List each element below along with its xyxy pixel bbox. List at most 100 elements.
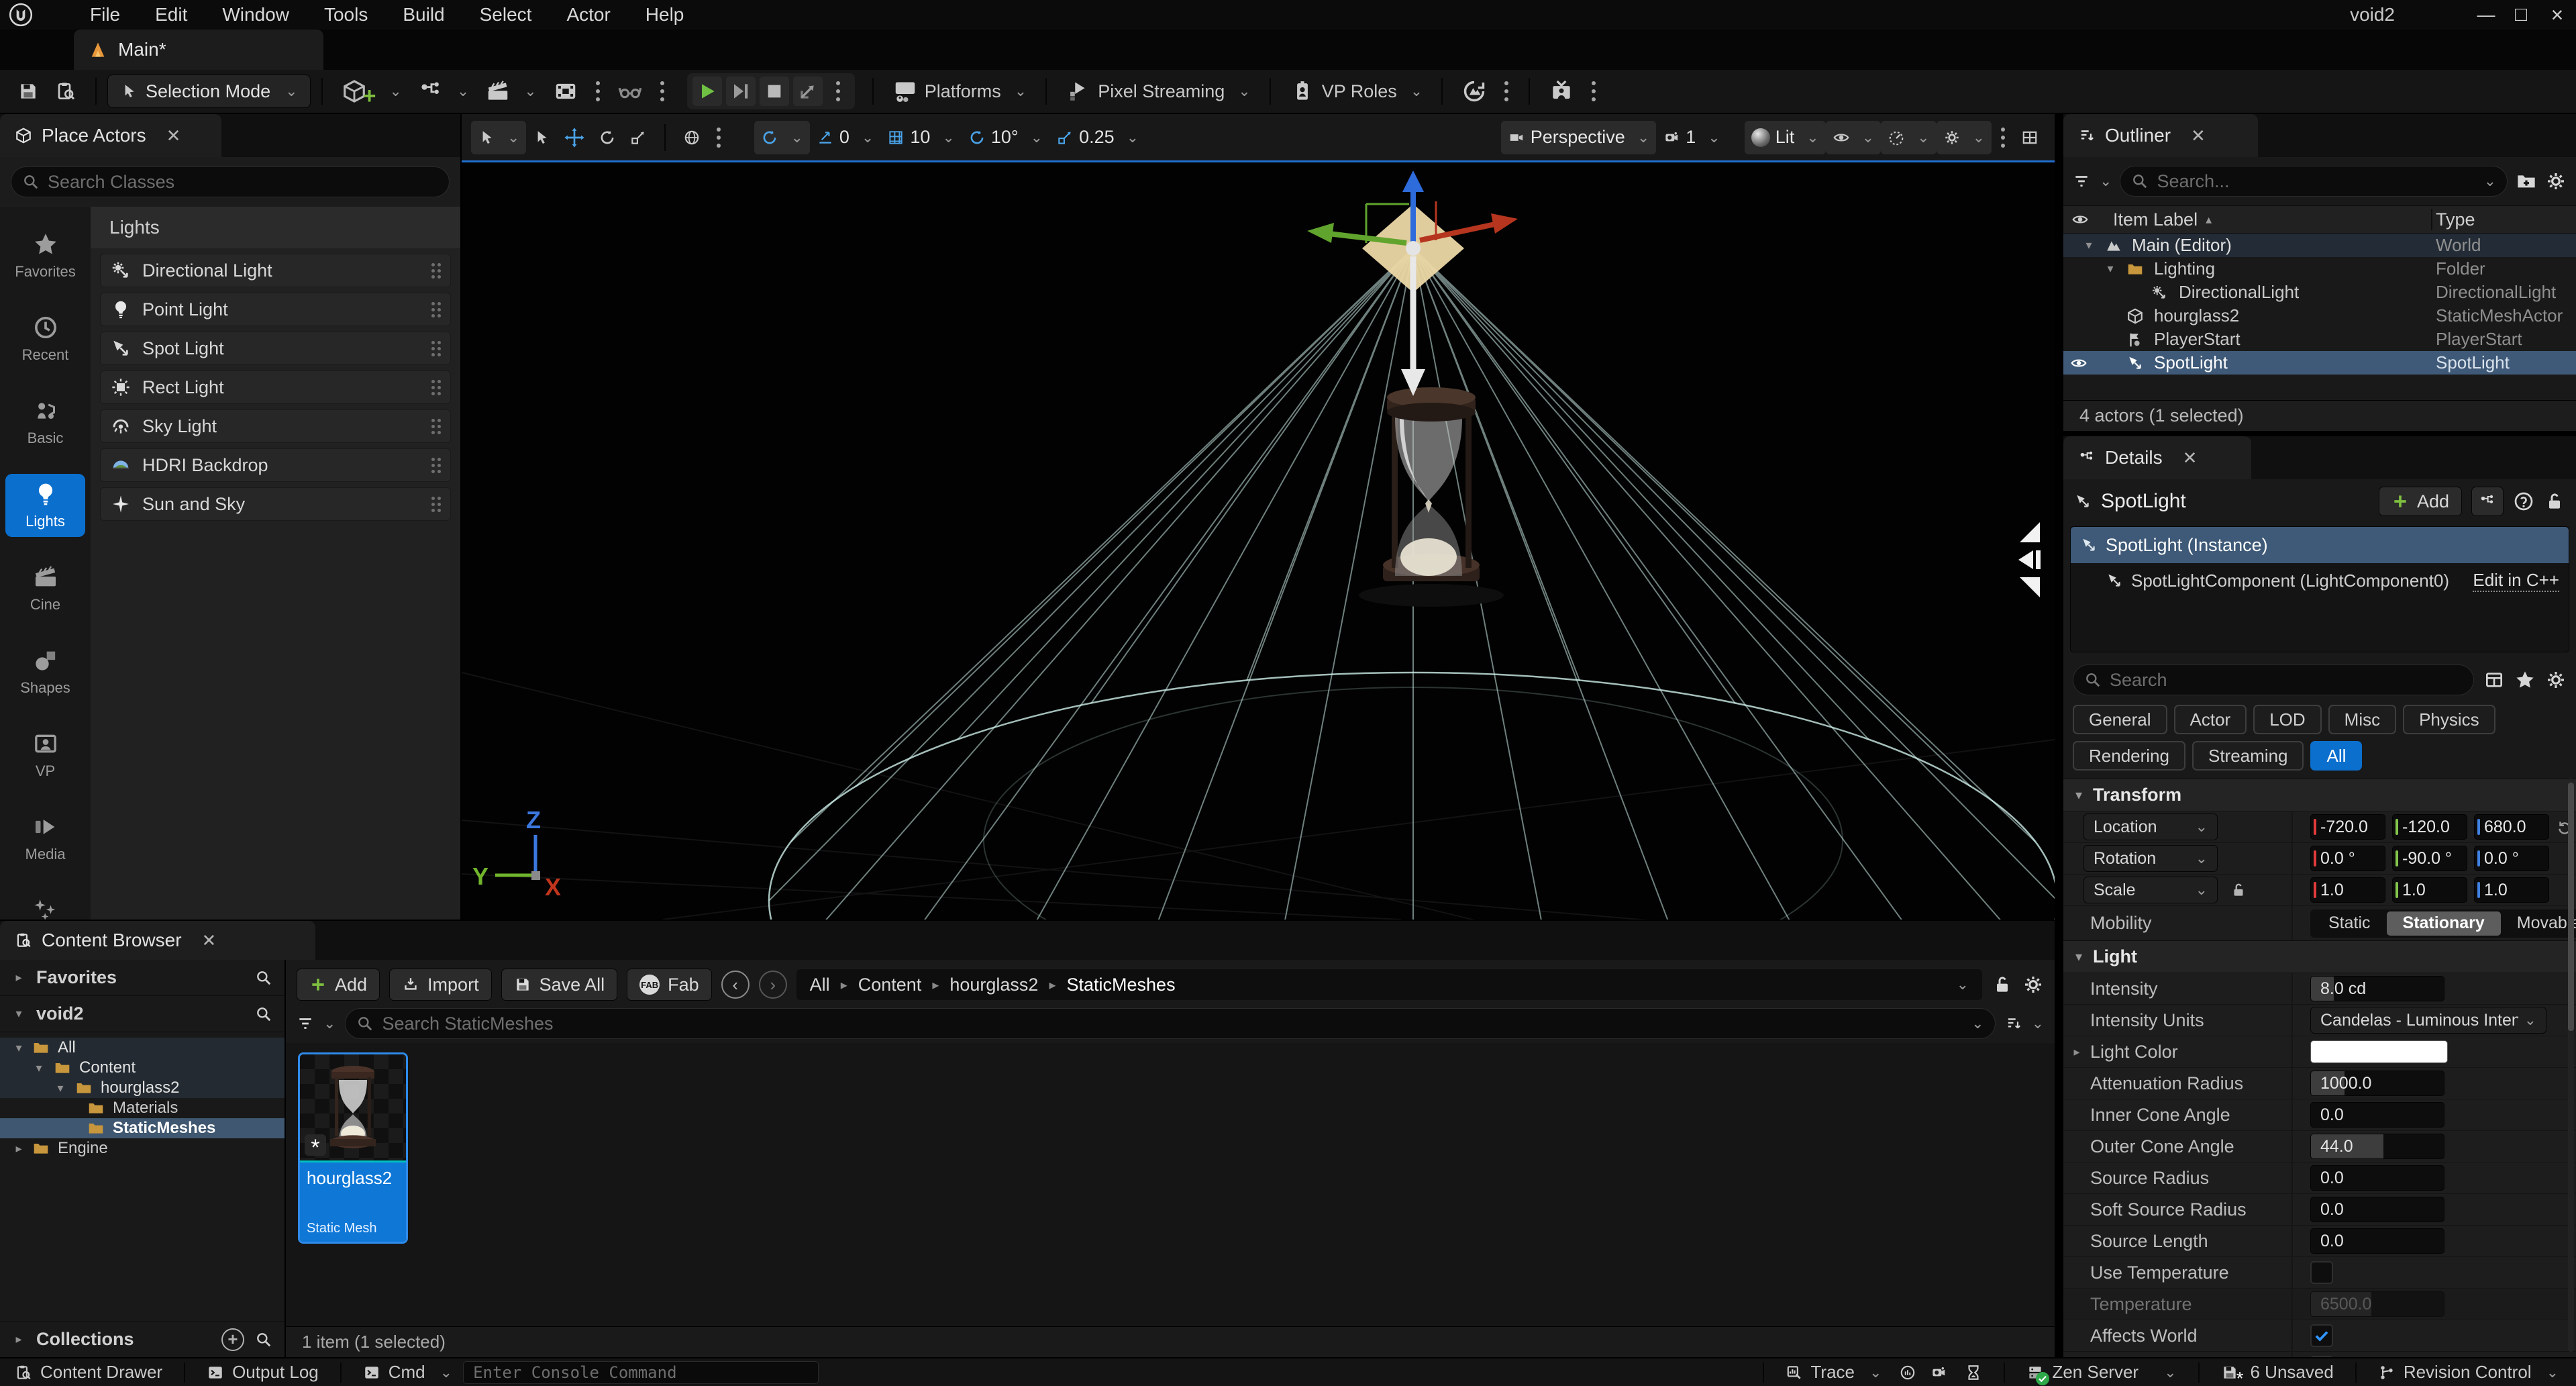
rotation-snap-dropdown[interactable]: 10°⌄ <box>962 121 1049 154</box>
blueprints-dropdown[interactable]: ⌄ <box>410 75 477 107</box>
rotation-dropdown[interactable]: Rotation⌄ <box>2083 845 2218 872</box>
viewport-kebab-icon[interactable] <box>2001 128 2005 148</box>
lock-open-icon[interactable] <box>2544 491 2565 512</box>
expander-icon[interactable]: ▾ <box>2104 262 2117 276</box>
breadcrumb-all[interactable]: All <box>810 975 830 995</box>
scale-z-field[interactable]: 1.0 <box>2474 877 2549 903</box>
zen-server-dropdown[interactable]: Zen Server⌄ <box>2016 1362 2187 1383</box>
temperature-field[interactable]: 6500.0 <box>2310 1291 2444 1317</box>
virtual-camera-kebab-icon[interactable] <box>1592 81 1596 101</box>
scale-snap-dropdown[interactable]: 0.25⌄ <box>1049 121 1145 154</box>
mobility-stationary[interactable]: Stationary <box>2387 911 2501 936</box>
tree-item-all[interactable]: ▾ All <box>0 1038 285 1058</box>
sequencer-button[interactable] <box>545 75 586 107</box>
details-search-input[interactable] <box>2110 670 2463 691</box>
list-item-rect-light[interactable]: Rect Light <box>100 370 451 404</box>
tree-item-engine[interactable]: ▸ Engine <box>0 1138 285 1158</box>
add-collection-icon[interactable]: + <box>221 1328 244 1351</box>
frame-skip-button[interactable] <box>726 77 756 106</box>
cinematics-dropdown[interactable]: ⌄ <box>477 75 544 107</box>
blueprint-convert-button[interactable] <box>2471 487 2504 516</box>
source-length-field[interactable]: 0.0 <box>2310 1228 2444 1254</box>
mobility-static[interactable]: Static <box>2312 911 2387 936</box>
performance-dropdown[interactable]: ⌄ <box>1881 121 1936 154</box>
location-x-field[interactable]: -720.0 <box>2310 814 2385 840</box>
location-y-field[interactable]: -120.0 <box>2392 814 2467 840</box>
close-icon[interactable]: ✕ <box>2191 126 2206 146</box>
select-tool-button[interactable] <box>526 121 557 154</box>
source-radius-field[interactable]: 0.0 <box>2310 1165 2444 1191</box>
category-basic[interactable]: Basic <box>5 391 85 454</box>
expander-icon[interactable]: ▾ <box>12 1007 25 1021</box>
favorites-star-icon[interactable] <box>2514 669 2536 691</box>
minimize-button[interactable]: — <box>2469 5 2504 26</box>
scale-lock-icon[interactable] <box>2230 881 2247 899</box>
display-mode-icon[interactable] <box>2483 669 2505 691</box>
tab-main-level[interactable]: Main* <box>74 30 323 70</box>
level-viewport[interactable]: ⌄ ⌄ 0⌄ 10⌄ 10°⌄ 0.25⌄ Perspective⌄ 1⌄ Li… <box>462 114 2055 920</box>
back-button[interactable]: ‹ <box>721 971 750 999</box>
content-settings-gear-icon[interactable] <box>2022 974 2044 995</box>
vp-roles-dropdown[interactable]: VP Roles⌄ <box>1282 75 1431 107</box>
stop-button[interactable] <box>760 77 789 106</box>
menu-edit[interactable]: Edit <box>138 4 205 26</box>
tab-details[interactable]: Details ✕ <box>2063 436 2251 479</box>
path-dropdown-icon[interactable]: ⌄ <box>1957 976 1969 993</box>
intensity-units-dropdown[interactable]: Candelas - Luminous Intensity, Norr⌄ <box>2310 1007 2546 1034</box>
pixel-streaming-dropdown[interactable]: Pixel Streaming⌄ <box>1058 75 1259 107</box>
expander-icon[interactable]: ▸ <box>12 971 25 985</box>
search-classes-box[interactable] <box>11 166 450 197</box>
quad-view-button[interactable] <box>2014 121 2045 154</box>
details-settings-gear-icon[interactable] <box>2545 669 2567 691</box>
outliner-search-input[interactable] <box>2157 171 2469 192</box>
details-scrollbar-thumb[interactable] <box>2568 783 2574 1031</box>
tab-place-actors[interactable]: Place Actors ✕ <box>0 114 221 157</box>
scale-tool-button[interactable] <box>623 121 654 154</box>
viewport-scene[interactable]: Z Y X <box>462 162 2055 920</box>
search-icon[interactable] <box>255 1331 272 1348</box>
category-shapes[interactable]: Shapes <box>5 640 85 703</box>
forward-button[interactable]: › <box>759 971 787 999</box>
move-tool-button[interactable] <box>557 121 592 154</box>
scale-y-field[interactable]: 1.0 <box>2392 877 2467 903</box>
content-drawer-button[interactable]: Content Drawer <box>4 1362 173 1383</box>
asset-search-box[interactable]: ⌄ <box>345 1008 1995 1039</box>
filter-actor[interactable]: Actor <box>2174 705 2247 734</box>
section-transform[interactable]: ▾Transform <box>2063 779 2576 811</box>
drag-handle-icon[interactable] <box>431 341 441 356</box>
affects-world-checkbox[interactable] <box>2310 1324 2333 1347</box>
cinematics-options-kebab-icon[interactable] <box>596 81 600 101</box>
platforms-dropdown[interactable]: Platforms⌄ <box>884 75 1035 107</box>
table-row-playerstart[interactable]: PlayerStart PlayerStart <box>2063 328 2576 351</box>
add-component-button[interactable]: Add <box>2379 487 2462 516</box>
marketplace-button[interactable] <box>1453 75 1495 107</box>
component-row-instance[interactable]: SpotLight (Instance) <box>2071 527 2569 563</box>
tree-item-materials[interactable]: Materials <box>0 1098 285 1118</box>
filter-physics[interactable]: Physics <box>2403 705 2495 734</box>
table-row-main-editor[interactable]: ▾ Main (Editor) World <box>2063 234 2576 257</box>
outer-cone-angle-field[interactable]: 44.0 <box>2310 1134 2444 1159</box>
close-button[interactable]: × <box>2538 3 2576 28</box>
viewport-options-dropdown[interactable]: ⌄ <box>471 121 526 154</box>
filter-all[interactable]: All <box>2310 741 2362 771</box>
attenuation-radius-field[interactable]: 1000.0 <box>2310 1071 2444 1096</box>
view-mode-lit-dropdown[interactable]: Lit⌄ <box>1745 121 1826 154</box>
add-folder-icon[interactable] <box>2516 170 2537 192</box>
play-options-kebab-icon[interactable] <box>836 81 840 101</box>
console-command-input[interactable] <box>473 1363 809 1382</box>
tree-item-hourglass2[interactable]: ▾ hourglass2 <box>0 1078 285 1098</box>
tab-outliner[interactable]: Outliner ✕ <box>2063 114 2258 157</box>
expander-icon[interactable]: ▸ <box>12 1332 25 1346</box>
fab-button[interactable]: FABFab <box>627 969 712 1001</box>
cmd-dropdown[interactable]: Cmd⌄ <box>352 1362 463 1383</box>
xr-options-kebab-icon[interactable] <box>660 81 664 101</box>
browse-content-button[interactable] <box>47 75 85 107</box>
selection-mode-dropdown[interactable]: Selection Mode ⌄ <box>107 75 311 108</box>
component-row-lightcomponent[interactable]: SpotLightComponent (LightComponent0) Edi… <box>2071 563 2569 598</box>
drag-handle-icon[interactable] <box>431 263 441 279</box>
save-all-button[interactable]: Save All <box>501 969 618 1001</box>
search-classes-input[interactable] <box>48 172 438 193</box>
menu-tools[interactable]: Tools <box>307 4 385 26</box>
transform-kebab-icon[interactable] <box>717 128 721 148</box>
import-button[interactable]: Import <box>389 969 492 1001</box>
